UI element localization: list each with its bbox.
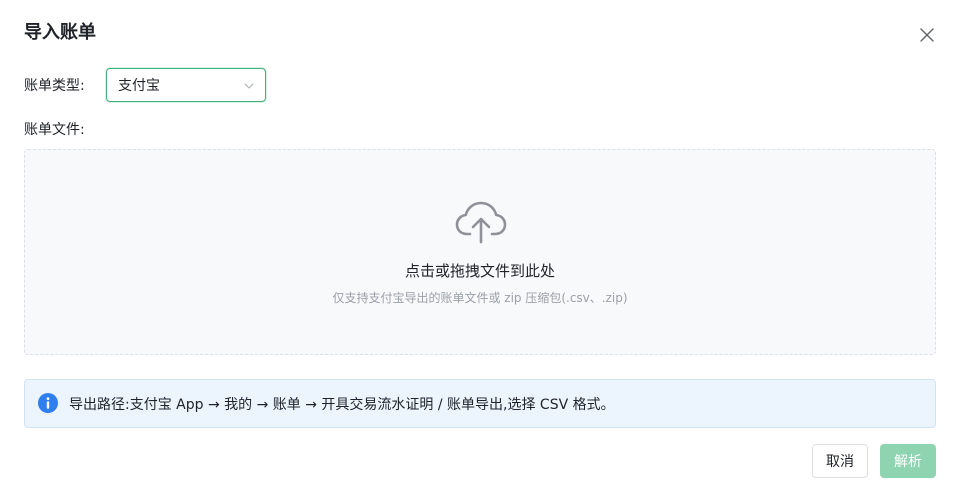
cancel-button[interactable]: 取消 — [812, 444, 868, 478]
bill-type-select[interactable]: 支付宝 — [106, 68, 266, 102]
parse-button[interactable]: 解析 — [880, 444, 936, 478]
upload-cloud-icon — [455, 201, 507, 244]
bill-file-label: 账单文件: — [24, 122, 85, 138]
close-icon — [920, 28, 934, 42]
dropzone-hint-text: 仅支持支付宝导出的账单文件或 zip 压缩包(.csv、.zip) — [332, 291, 628, 305]
export-path-tip: 导出路径:支付宝 App → 我的 → 账单 → 开具交易流水证明 / 账单导出… — [24, 379, 936, 428]
dialog-title: 导入账单 — [24, 22, 96, 43]
info-icon — [38, 393, 58, 413]
dropzone-main-text: 点击或拖拽文件到此处 — [404, 262, 555, 280]
close-button[interactable] — [914, 22, 940, 48]
chevron-down-icon — [244, 83, 254, 89]
import-bill-dialog: 导入账单 账单类型: 支付宝 账单文件: 点击或拖拽文件到此处 仅支持支付宝导出… — [0, 0, 960, 498]
bill-type-label: 账单类型: — [24, 78, 85, 94]
bill-type-value: 支付宝 — [118, 78, 160, 94]
tip-text: 导出路径:支付宝 App → 我的 → 账单 → 开具交易流水证明 / 账单导出… — [69, 397, 615, 413]
file-dropzone[interactable]: 点击或拖拽文件到此处 仅支持支付宝导出的账单文件或 zip 压缩包(.csv、.… — [24, 149, 936, 355]
